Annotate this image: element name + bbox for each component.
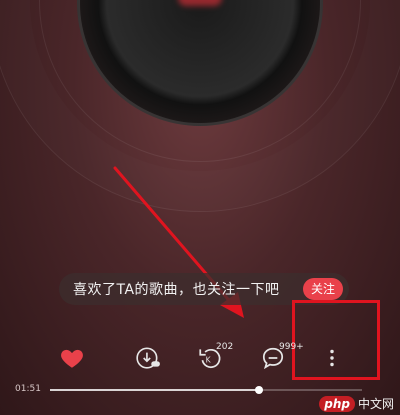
- svg-text:K: K: [206, 355, 212, 364]
- follow-button[interactable]: 关注: [302, 278, 343, 300]
- progress-fill: [50, 389, 260, 391]
- more-button[interactable]: [312, 338, 352, 378]
- download-icon: [136, 347, 160, 369]
- remix-button[interactable]: K 202: [190, 338, 234, 378]
- remix-count: 202: [216, 342, 234, 352]
- action-bar: K 202 999+: [0, 330, 400, 380]
- comment-button[interactable]: 999+: [253, 338, 304, 378]
- heart-icon: [61, 349, 83, 368]
- follow-prompt-text: 喜欢了TA的歌曲，也关注一下吧: [73, 282, 280, 298]
- site-watermark: php 中文网: [319, 395, 394, 412]
- download-button[interactable]: [128, 338, 168, 378]
- like-button[interactable]: [52, 338, 92, 378]
- watermark-logo: php: [319, 395, 355, 412]
- progress-thumb[interactable]: [255, 386, 264, 394]
- watermark-site-text: 中文网: [357, 397, 394, 411]
- player-screen: 喜欢了TA的歌曲，也关注一下吧 关注 K 202 999+ 01:51 php …: [0, 0, 400, 415]
- more-vertical-icon: [330, 349, 334, 367]
- comment-count: 999+: [279, 342, 304, 352]
- progress-track[interactable]: [50, 386, 362, 394]
- elapsed-time: 01:51: [15, 384, 41, 394]
